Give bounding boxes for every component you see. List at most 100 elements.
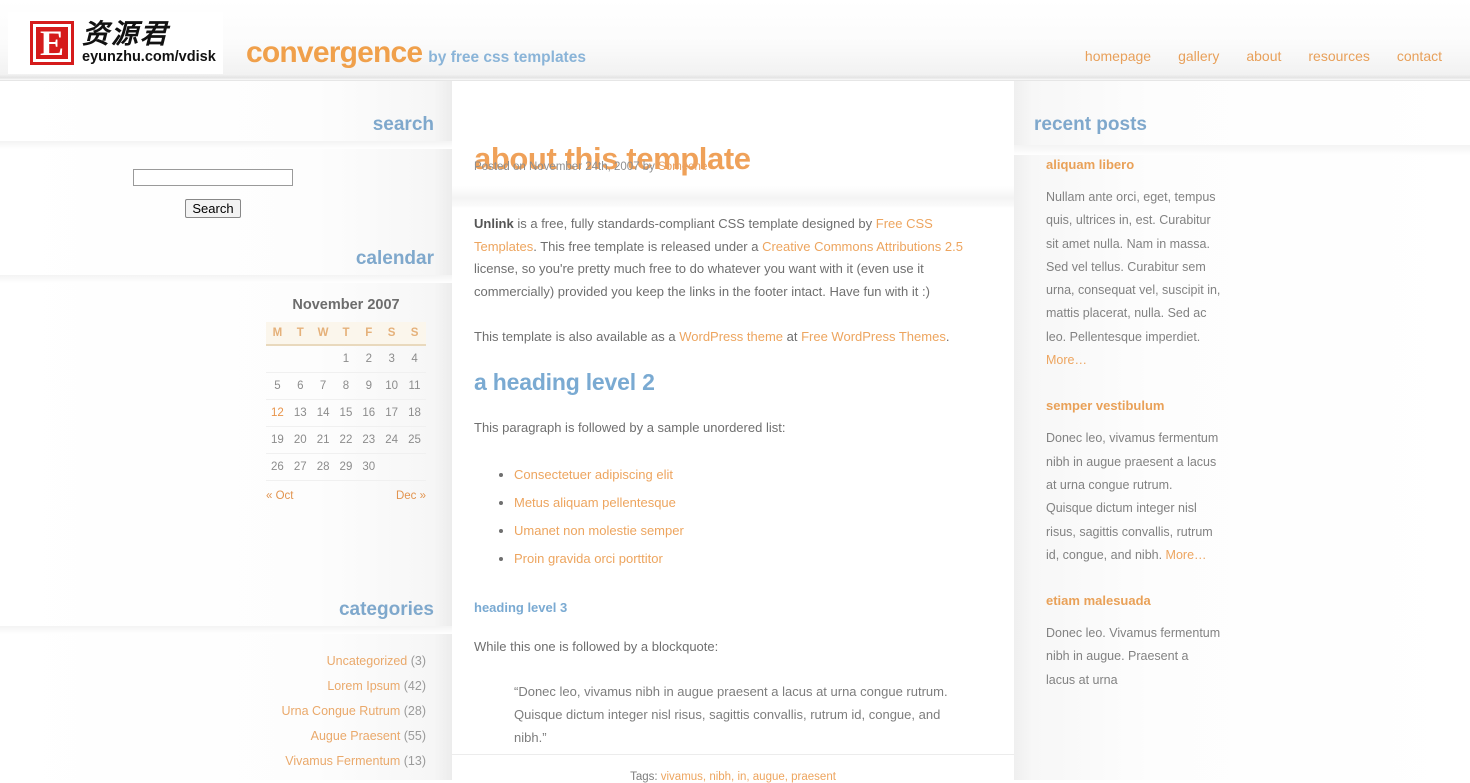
category-link[interactable]: Urna Congue Rutrum [281,704,400,718]
site-header: E 资源君 eyunzhu.com/vdisk convergence by fr… [0,0,1470,81]
calendar-day[interactable]: 13 [288,399,312,427]
heading-level-3: heading level 3 [474,599,568,615]
nav-item-about[interactable]: about [1246,48,1281,64]
calendar-week-row: 19 20 21 22 23 24 25 [266,426,426,454]
calendar-day-header: S [403,322,426,346]
recent-post-more-link[interactable]: More… [1046,353,1087,367]
calendar-day[interactable]: 6 [288,372,312,400]
calendar-day[interactable]: 16 [357,399,381,427]
calendar-day-empty [311,345,335,373]
recent-post-title[interactable]: aliquam libero [1046,157,1221,172]
calendar-day[interactable]: 9 [357,372,381,400]
categories-widget: categories Uncategorized (3) Lorem Ipsum … [0,599,452,773]
calendar-day[interactable]: 14 [311,399,335,427]
recent-post-excerpt: Nullam ante orci, eget, tempus quis, ult… [1046,190,1221,344]
calendar-day-empty [380,453,404,481]
recent-post-excerpt: Donec leo, vivamus fermentum nibh in aug… [1046,431,1219,562]
search-input[interactable] [133,169,293,187]
calendar-day[interactable]: 29 [334,453,358,481]
category-list-item: Urna Congue Rutrum (28) [0,698,426,723]
wp-text-2: at [783,328,802,344]
calendar-prev-month-link[interactable]: « Oct [266,490,293,502]
logo-text-group: 资源君 eyunzhu.com/vdisk [82,20,216,66]
calendar-next-month-link[interactable]: Dec » [396,490,426,502]
calendar-day[interactable]: 24 [380,426,404,454]
calendar-day[interactable]: 23 [357,426,381,454]
calendar-day[interactable]: 1 [334,345,358,373]
category-link[interactable]: Lorem Ipsum [327,679,400,693]
category-count: (28) [400,703,426,718]
free-wordpress-themes-link[interactable]: Free WordPress Themes [801,329,946,344]
list-item-link[interactable]: Umanet non molestie semper [514,523,684,538]
search-button[interactable]: Search [185,199,241,218]
calendar-day-empty [403,453,426,481]
category-link[interactable]: Augue Praesent [311,729,401,743]
nav-item-homepage[interactable]: homepage [1085,48,1151,64]
calendar-day[interactable]: 10 [380,372,404,400]
calendar-week-row: 26 27 28 29 30 [266,453,426,481]
calendar-day[interactable]: 18 [403,399,426,427]
calendar-header-row: MTWTFSS [266,322,426,346]
list-item-link[interactable]: Metus aliquam pellentesque [514,495,676,510]
category-count: (13) [400,753,426,768]
calendar-day[interactable]: 3 [380,345,404,373]
tags-label: Tags: [630,771,661,783]
calendar-day[interactable]: 21 [311,426,335,454]
calendar-day-today[interactable]: 12 [266,399,289,427]
paragraph-before-list: This paragraph is followed by a sample u… [474,420,786,436]
calendar-day[interactable]: 20 [288,426,312,454]
calendar-day-header: M [266,322,289,346]
calendar-day-header: F [357,322,381,346]
nav-item-resources[interactable]: resources [1308,48,1369,64]
list-item-link[interactable]: Consectetuer adipiscing elit [514,467,673,482]
calendar-day[interactable]: 15 [334,399,358,427]
list-item: Umanet non molestie semper [514,517,974,545]
list-item: Metus aliquam pellentesque [514,490,974,518]
calendar-wrapper: November 2007 MTWTFSS 1 2 3 4 5 6 7 8 9 10 11 12 13 1… [266,297,426,502]
calendar-day[interactable]: 22 [334,426,358,454]
post-author-link[interactable]: Someone [658,161,707,173]
calendar-day-empty [266,345,289,373]
wordpress-theme-link[interactable]: WordPress theme [679,329,783,344]
left-sidebar: search Search calendar November 2007 MTW… [0,81,452,780]
calendar-day[interactable]: 8 [334,372,358,400]
site-logo[interactable]: E 资源君 eyunzhu.com/vdisk [8,12,223,74]
brand-name: convergence [246,36,423,69]
category-list-item: Vivamus Fermentum (13) [0,748,426,773]
nav-item-contact[interactable]: contact [1397,48,1442,64]
calendar-day[interactable]: 7 [311,372,335,400]
list-item-link[interactable]: Proin gravida orci porttitor [514,551,663,566]
logo-badge-icon: E [30,21,74,65]
tags-links[interactable]: vivamus, nibh, in, augue, praesent [661,771,836,783]
nav-item-gallery[interactable]: gallery [1178,48,1219,64]
recent-post-title[interactable]: etiam malesuada [1046,593,1221,608]
category-link[interactable]: Uncategorized [327,654,408,668]
calendar-day[interactable]: 28 [311,453,335,481]
calendar-day-header: W [311,322,335,346]
recent-post-title[interactable]: semper vestibulum [1046,398,1221,413]
calendar-day[interactable]: 27 [288,453,312,481]
calendar-day[interactable]: 5 [266,372,289,400]
intro-text-3: license, so you're pretty much free to d… [474,261,930,300]
post-footer-divider [452,754,1014,755]
calendar-day[interactable]: 4 [403,345,426,373]
intro-lead-word: Unlink [474,216,514,231]
calendar-day[interactable]: 17 [380,399,404,427]
calendar-day[interactable]: 26 [266,453,289,481]
category-list-item: Augue Praesent (55) [0,723,426,748]
search-widget: search Search [0,114,452,218]
calendar-table: MTWTFSS 1 2 3 4 5 6 7 8 9 10 11 12 13 14 15 16 17 18 19 20 2… [266,322,426,481]
calendar-day[interactable]: 2 [357,345,381,373]
recent-post-more-link[interactable]: More… [1166,548,1207,562]
calendar-day[interactable]: 19 [266,426,289,454]
category-list-item: Uncategorized (3) [0,648,426,673]
calendar-day[interactable]: 30 [357,453,381,481]
category-link[interactable]: Vivamus Fermentum [285,754,400,768]
recent-post-body: Donec leo, vivamus fermentum nibh in aug… [1046,427,1221,567]
blockquote: “Donec leo, vivamus nibh in augue praese… [514,684,948,745]
calendar-day[interactable]: 11 [403,372,426,400]
calendar-day[interactable]: 25 [403,426,426,454]
creative-commons-link[interactable]: Creative Commons Attributions 2.5 [762,239,963,254]
sample-unordered-list: Consectetuer adipiscing elit Metus aliqua… [474,462,974,573]
search-form: Search [0,149,452,218]
